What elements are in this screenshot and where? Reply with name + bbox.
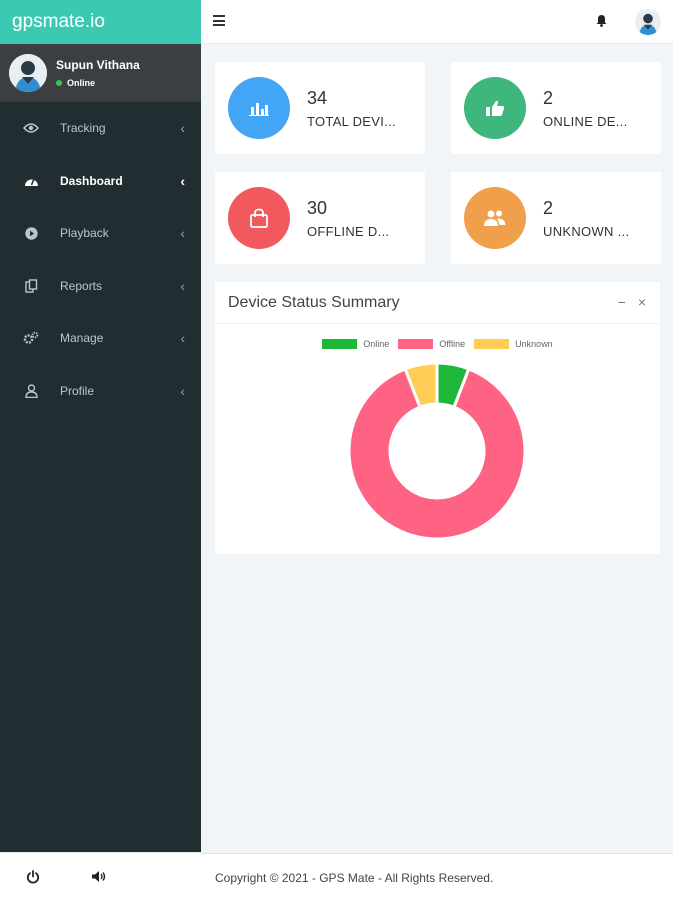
notifications-bell-icon[interactable] [596,14,607,32]
device-status-chart-box: Device Status Summary − × Online Offline U… [215,282,660,554]
user-name: Supun Vithana [56,58,140,72]
thumbs-up-icon [464,77,526,139]
bar-chart-icon [228,77,290,139]
chevron-left-icon: ‹ [180,225,185,242]
info-box-offline-devices: 30 OFFLINE D... [215,172,425,264]
donut-chart [347,361,527,541]
dashboard-icon [23,173,39,189]
user-panel: Supun Vithana Online [0,44,201,102]
chevron-left-icon: ‹ [180,120,185,137]
chevron-left-icon: ‹ [180,330,185,347]
hamburger-menu-icon[interactable] [213,15,225,26]
play-icon [23,225,39,241]
sound-button[interactable] [66,853,132,900]
offline-devices-label: OFFLINE D... [307,223,390,239]
sidebar-menu: Tracking ‹ Dashboard ‹ Playback ‹ Report… [0,102,201,417]
info-box-total-devices: 34 TOTAL DEVI... [215,62,425,154]
reports-icon [23,278,39,294]
info-box-online-devices: 2 ONLINE DE... [451,62,661,154]
total-devices-label: TOTAL DEVI... [307,113,396,129]
user-status-label: Online [67,78,96,88]
power-button[interactable] [0,853,66,900]
unknown-devices-count: 2 [543,197,554,218]
offline-devices-count: 30 [307,197,328,218]
top-navbar [201,0,673,44]
user-icon [23,383,39,399]
volume-icon [92,871,106,882]
status-dot-icon [56,80,62,86]
user-avatar-menu[interactable] [635,9,661,35]
user-status: Online [56,78,140,88]
brand-logo[interactable]: gpsmate.io [0,0,201,44]
sidebar-item-dashboard[interactable]: Dashboard ‹ [0,155,201,208]
sidebar-item-playback[interactable]: Playback ‹ [0,207,201,260]
unknown-devices-label: UNKNOWN ... [543,223,630,239]
copyright-text: Copyright © 2021 - GPS Mate - All Rights… [215,871,494,885]
shopping-bag-icon [228,187,290,249]
sidebar: gpsmate.io Supun Vithana Online Tracking… [0,0,201,900]
online-devices-count: 2 [543,87,554,108]
sidebar-item-profile[interactable]: Profile ‹ [0,365,201,418]
online-devices-label: ONLINE DE... [543,113,628,129]
page-footer: Copyright © 2021 - GPS Mate - All Rights… [201,853,673,900]
user-avatar[interactable] [9,54,47,92]
power-icon [26,869,40,884]
sidebar-item-manage[interactable]: Manage ‹ [0,312,201,365]
users-icon [464,187,526,249]
eye-icon [23,120,39,136]
cogs-icon [23,330,39,346]
chevron-left-icon: ‹ [180,382,185,399]
sidebar-footer [0,852,201,900]
chevron-left-icon: ‹ [180,172,185,189]
chevron-left-icon: ‹ [180,277,185,294]
sidebar-item-reports[interactable]: Reports ‹ [0,260,201,313]
sidebar-item-tracking[interactable]: Tracking ‹ [0,102,201,155]
info-box-unknown-devices: 2 UNKNOWN ... [451,172,661,264]
total-devices-count: 34 [307,87,328,108]
